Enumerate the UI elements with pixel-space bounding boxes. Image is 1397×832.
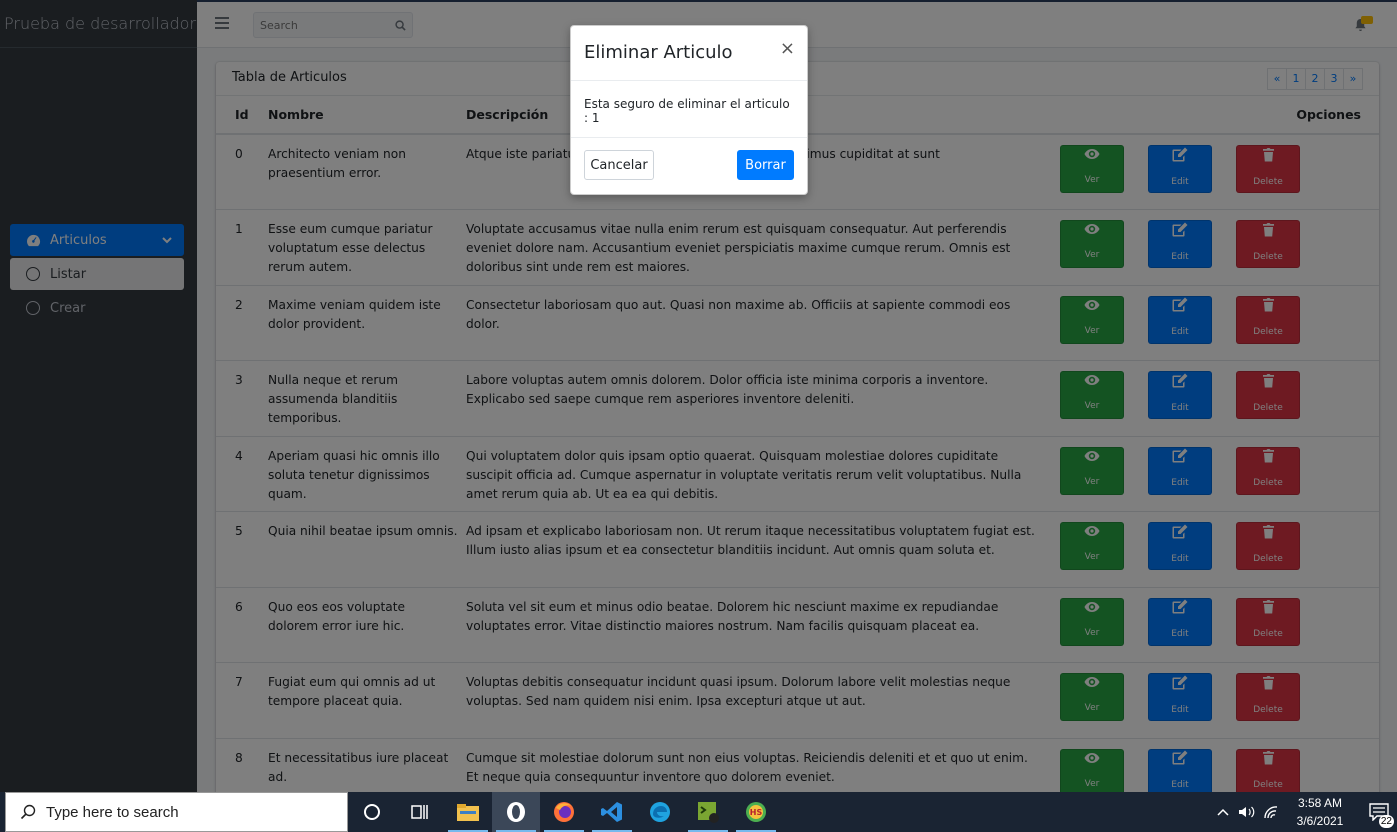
clock-time: 3:58 AM <box>1297 796 1343 810</box>
edge-icon[interactable] <box>636 792 684 832</box>
clock-date: 3/6/2021 <box>1296 814 1344 828</box>
firefox-icon[interactable] <box>540 792 588 832</box>
modal-footer: Cancelar Borrar <box>571 138 807 192</box>
opera-browser-icon[interactable] <box>492 792 540 832</box>
notification-count: 22 <box>1378 815 1394 828</box>
delete-modal: Eliminar Articulo × Esta seguro de elimi… <box>570 25 808 195</box>
file-explorer-icon[interactable] <box>444 792 492 832</box>
svg-text:HS: HS <box>750 808 763 817</box>
chevron-up-icon[interactable] <box>1211 808 1235 816</box>
taskbar-clock[interactable]: 3:58 AM 3/6/2021 <box>1287 794 1353 830</box>
action-center-icon[interactable]: 22 <box>1361 792 1397 832</box>
task-view-icon[interactable] <box>396 792 444 832</box>
vscode-icon[interactable] <box>588 792 636 832</box>
cortana-icon[interactable] <box>348 792 396 832</box>
cancel-button[interactable]: Cancelar <box>584 150 654 180</box>
taskbar-search-box[interactable]: Type here to search <box>5 792 348 832</box>
windows-taskbar: Type here to search HS 3:58 AM 3/6/2021 … <box>0 792 1397 832</box>
system-tray: 3:58 AM 3/6/2021 22 <box>1211 792 1397 832</box>
modal-header: Eliminar Articulo × <box>571 26 807 81</box>
delete-confirm-button[interactable]: Borrar <box>737 150 794 180</box>
volume-icon[interactable] <box>1235 805 1259 819</box>
modal-title: Eliminar Articulo <box>584 42 733 63</box>
wifi-icon[interactable] <box>1259 805 1283 819</box>
heidisql-icon[interactable]: HS <box>732 792 780 832</box>
close-icon[interactable]: × <box>780 40 795 58</box>
modal-body-text: Esta seguro de eliminar el articulo : 1 <box>571 81 807 138</box>
search-icon <box>20 804 36 820</box>
taskbar-search-placeholder: Type here to search <box>46 803 179 821</box>
terminal-app-icon[interactable] <box>684 792 732 832</box>
